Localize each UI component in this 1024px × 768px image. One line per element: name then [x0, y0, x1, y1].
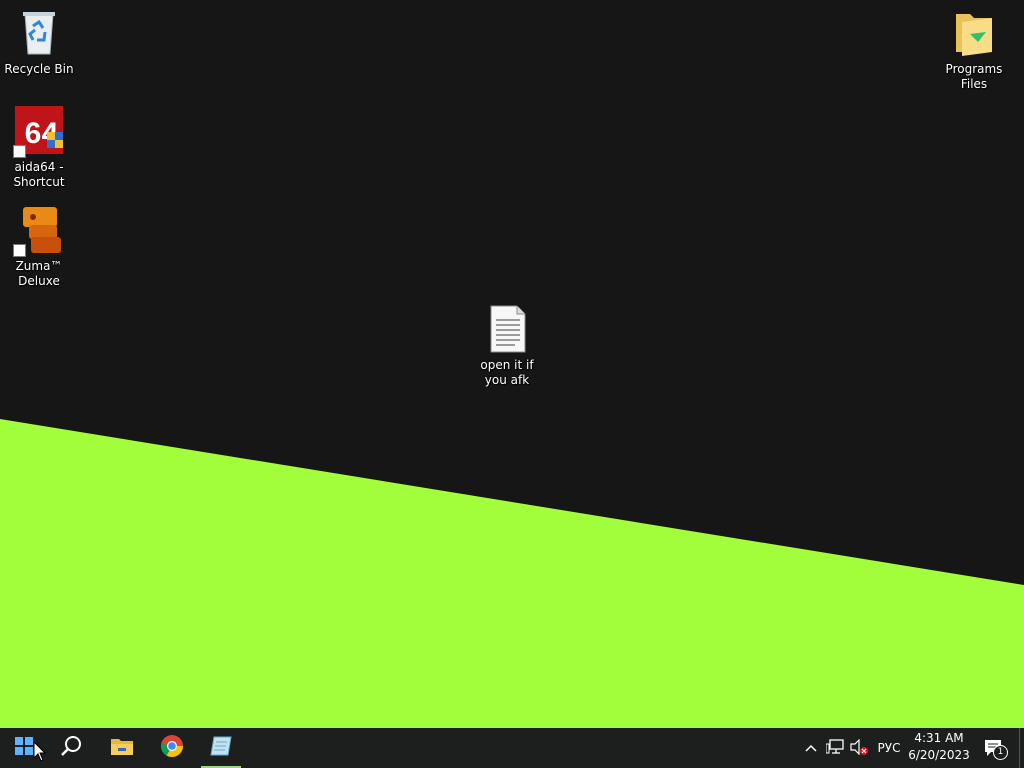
- network-tray-button[interactable]: [824, 728, 846, 768]
- desktop-icon-label: Zuma™ Deluxe: [15, 259, 63, 288]
- chrome-icon: [160, 734, 184, 762]
- clock-time: 4:31 AM: [914, 731, 964, 745]
- folder-icon: [948, 8, 1000, 60]
- input-language-indicator[interactable]: РУС: [872, 728, 906, 768]
- svg-text:6: 6: [25, 117, 42, 150]
- desktop-icon-label: open it if you afk: [480, 358, 534, 387]
- desktop-icon-label: aida64 - Shortcut: [13, 160, 65, 189]
- notepad-icon: [209, 735, 233, 761]
- notification-count-badge: 1: [993, 745, 1008, 760]
- desktop-icon-programs-files[interactable]: Programs Files: [936, 8, 1012, 92]
- mouse-cursor-icon: [33, 741, 47, 762]
- volume-muted-icon: [850, 738, 868, 758]
- folder-icon: [110, 736, 134, 760]
- clock-date: 6/20/2023: [908, 748, 970, 762]
- clock[interactable]: 4:31 AM 6/20/2023: [905, 730, 973, 766]
- search-button[interactable]: [48, 728, 96, 768]
- desktop[interactable]: Recycle Bin 6 4 aida64 - Shortcut: [0, 0, 1024, 728]
- show-desktop-button[interactable]: [1019, 728, 1024, 768]
- chrome-button[interactable]: [148, 728, 196, 768]
- desktop-icon-text-file[interactable]: open it if you afk: [469, 304, 545, 388]
- notepad-button[interactable]: [197, 728, 245, 768]
- text-file-icon: [481, 304, 533, 356]
- desktop-icon-aida64[interactable]: 6 4 aida64 - Shortcut: [1, 106, 77, 190]
- notification-icon: 1: [984, 739, 1008, 760]
- file-explorer-button[interactable]: [98, 728, 146, 768]
- action-center-button[interactable]: 1: [978, 728, 1010, 768]
- chevron-up-icon: [805, 741, 817, 755]
- volume-tray-button[interactable]: [848, 728, 870, 768]
- shortcut-arrow-icon: [13, 145, 26, 158]
- show-hidden-icons-button[interactable]: [800, 728, 822, 768]
- network-icon: [825, 738, 844, 758]
- aida64-icon: 6 4: [13, 106, 65, 158]
- windows-logo-icon: [15, 737, 33, 759]
- taskbar: РУС 4:31 AM 6/20/2023 1: [0, 728, 1024, 768]
- desktop-icon-label: Programs Files: [945, 62, 1003, 91]
- zuma-icon: [13, 205, 65, 257]
- shortcut-arrow-icon: [13, 244, 26, 257]
- search-icon: [61, 735, 83, 761]
- recycle-bin-icon: [13, 8, 65, 60]
- desktop-icon-recycle-bin[interactable]: Recycle Bin: [1, 8, 77, 77]
- desktop-icon-zuma-deluxe[interactable]: Zuma™ Deluxe: [1, 205, 77, 289]
- desktop-icon-label: Recycle Bin: [4, 62, 74, 76]
